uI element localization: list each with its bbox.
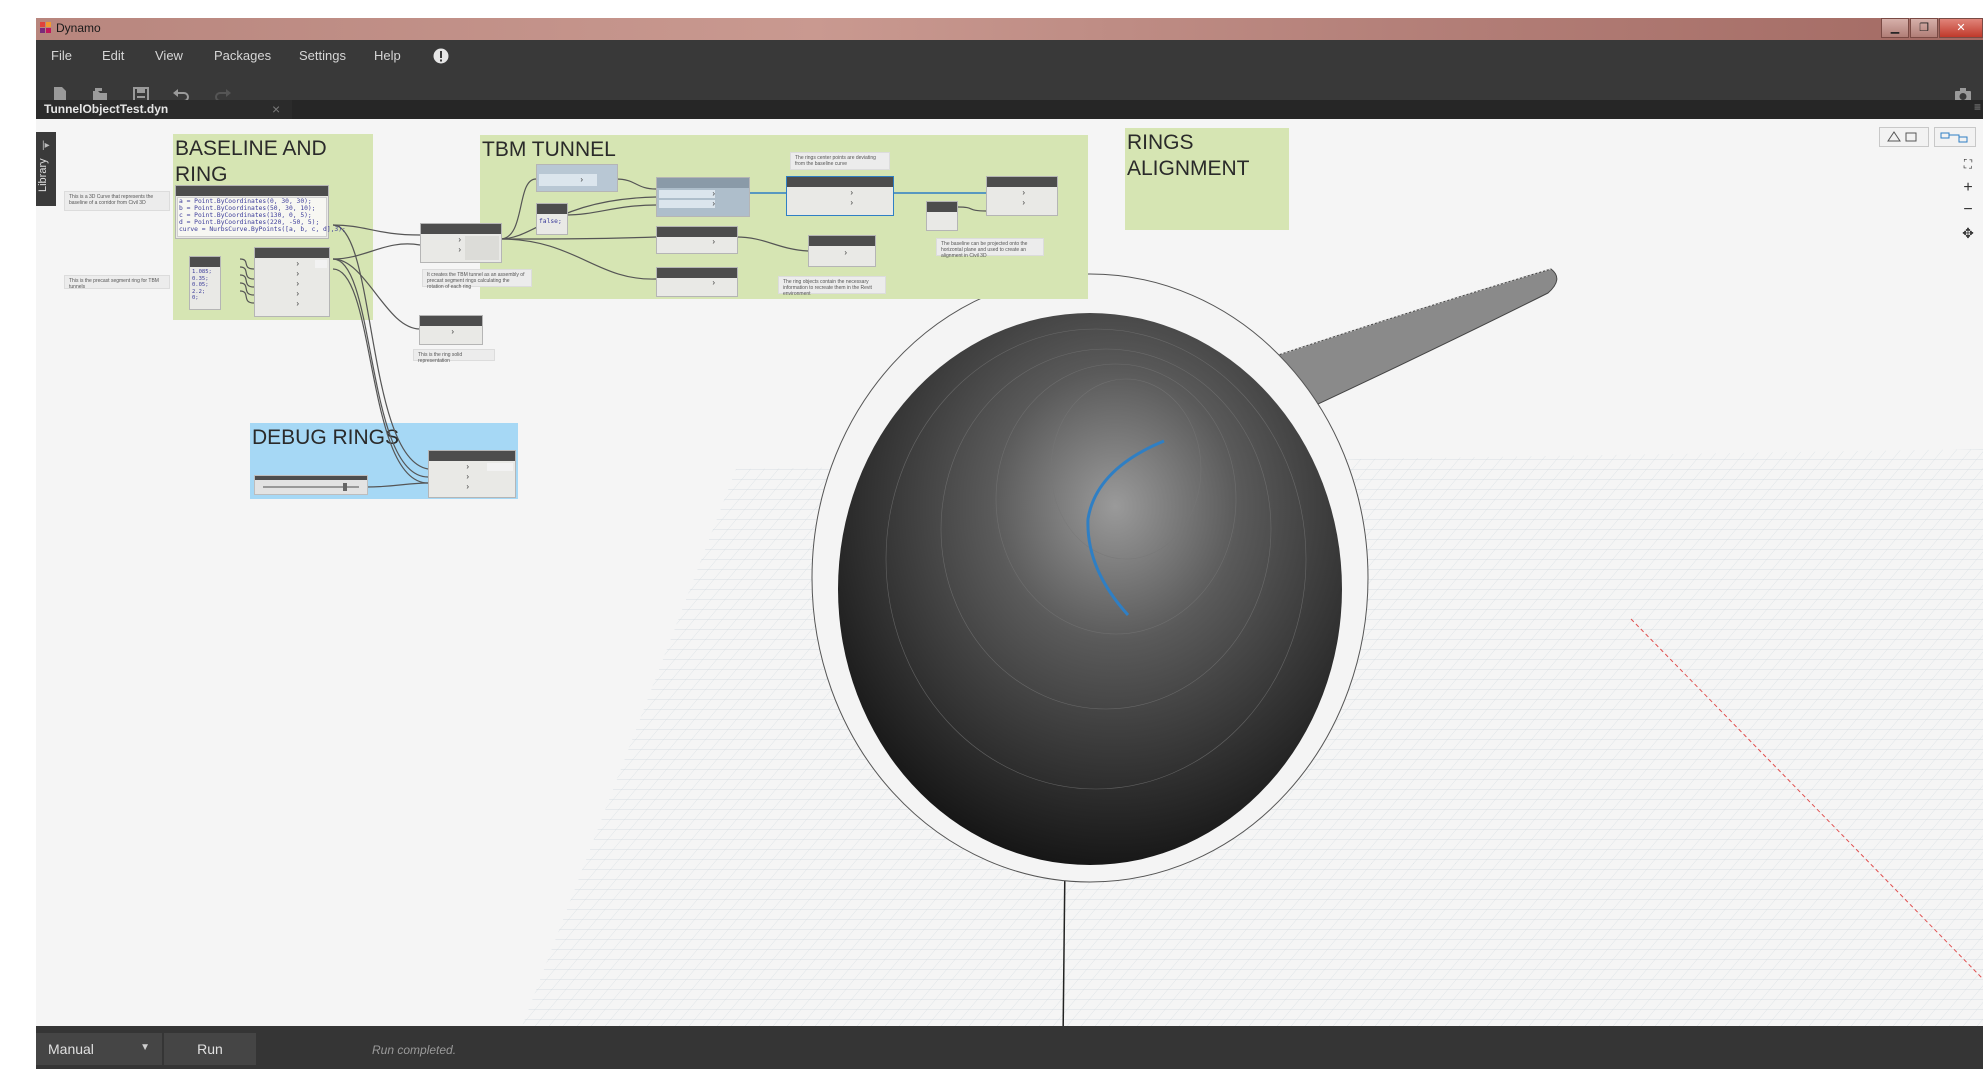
value-line: 0; <box>192 295 199 301</box>
tab-menu-icon[interactable]: ≡ <box>1974 100 1981 114</box>
tbm-tunnel-node[interactable]: › › <box>420 223 502 263</box>
tab-close-icon[interactable]: × <box>272 101 280 117</box>
ring-export-node[interactable]: › <box>808 235 876 267</box>
debug-slider-node[interactable] <box>254 475 368 495</box>
alignment-input-node[interactable] <box>926 201 958 231</box>
notification-icon[interactable] <box>433 48 449 64</box>
tab-filename: TunnelObjectTest.dyn <box>44 102 169 116</box>
menu-bar: File Edit View Packages Settings Help <box>36 40 1983 71</box>
title-bar: Dynamo ▁ ❐ ✕ <box>36 18 1983 40</box>
run-mode-value: Manual <box>48 1041 94 1057</box>
tunnel-function-node[interactable]: › <box>656 226 738 254</box>
note-precast-ring[interactable]: This is the precast segment ring for TBM… <box>64 275 170 290</box>
note-ring-solid[interactable]: This is the ring solid representation <box>413 349 495 364</box>
menu-help[interactable]: Help <box>374 48 401 63</box>
code-line: curve = NurbsCurve.ByPoints([a, b, c, d]… <box>179 226 346 233</box>
boolean-value: false; <box>539 218 562 225</box>
ring-node[interactable]: › › › › › <box>254 247 330 317</box>
note-tbm-creates[interactable]: It creates the TBM tunnel as an assembly… <box>422 269 532 290</box>
note-ring-objects[interactable]: The ring objects contain the necessary i… <box>778 276 886 297</box>
chevron-down-icon: ▼ <box>140 1042 150 1053</box>
alignment-node[interactable]: › › <box>986 176 1058 216</box>
dynamo-window: Dynamo ▁ ❐ ✕ File Edit View Packages Set… <box>36 18 1983 1069</box>
status-bar: Manual ▼ Run Run completed. <box>36 1026 1983 1069</box>
workspace-canvas[interactable]: |▸ Library ⛶ + − ✥ BASELINE AND RING TBM… <box>36 119 1983 1042</box>
run-status-message: Run completed. <box>372 1043 457 1057</box>
close-window-button[interactable]: ✕ <box>1939 18 1983 38</box>
run-button-label: Run <box>197 1041 223 1057</box>
ring-objects-node[interactable]: › <box>656 267 738 297</box>
ring-centers-node[interactable]: › › <box>786 176 894 216</box>
menu-file[interactable]: File <box>51 48 72 63</box>
dynamo-logo-icon <box>40 22 51 33</box>
minimize-button[interactable]: ▁ <box>1881 18 1909 38</box>
selected-node-a[interactable]: › › <box>656 177 750 217</box>
debug-rings-node[interactable]: › › › <box>428 450 516 498</box>
run-button[interactable]: Run <box>164 1033 256 1065</box>
tab-tunnelobjecttest[interactable]: TunnelObjectTest.dyn × <box>36 100 292 119</box>
note-baseline-curve[interactable]: This is a 3D Curve that represents the b… <box>64 191 170 211</box>
code-block-node[interactable]: a = Point.ByCoordinates(0, 30, 30); b = … <box>175 185 346 239</box>
ring-solid-node[interactable]: › <box>419 315 483 345</box>
menu-packages[interactable]: Packages <box>214 48 271 63</box>
menu-edit[interactable]: Edit <box>102 48 124 63</box>
run-mode-dropdown[interactable]: Manual ▼ <box>36 1033 162 1065</box>
window-title: Dynamo <box>56 21 101 35</box>
file-tab-bar: TunnelObjectTest.dyn × ≡ <box>36 100 1983 119</box>
restore-button[interactable]: ❐ <box>1910 18 1938 38</box>
watch-node[interactable]: › <box>536 164 618 192</box>
boolean-code-block-node[interactable]: false; <box>536 203 568 235</box>
menu-settings[interactable]: Settings <box>299 48 346 63</box>
menu-view[interactable]: View <box>155 48 183 63</box>
note-baseline-projected[interactable]: The baseline can be projected onto the h… <box>936 238 1044 259</box>
note-ring-centers[interactable]: The rings center points are deviating fr… <box>790 152 890 170</box>
values-code-block-node[interactable]: 1.085; 0.35; 0.05; 2.2; 0; <box>189 256 221 310</box>
